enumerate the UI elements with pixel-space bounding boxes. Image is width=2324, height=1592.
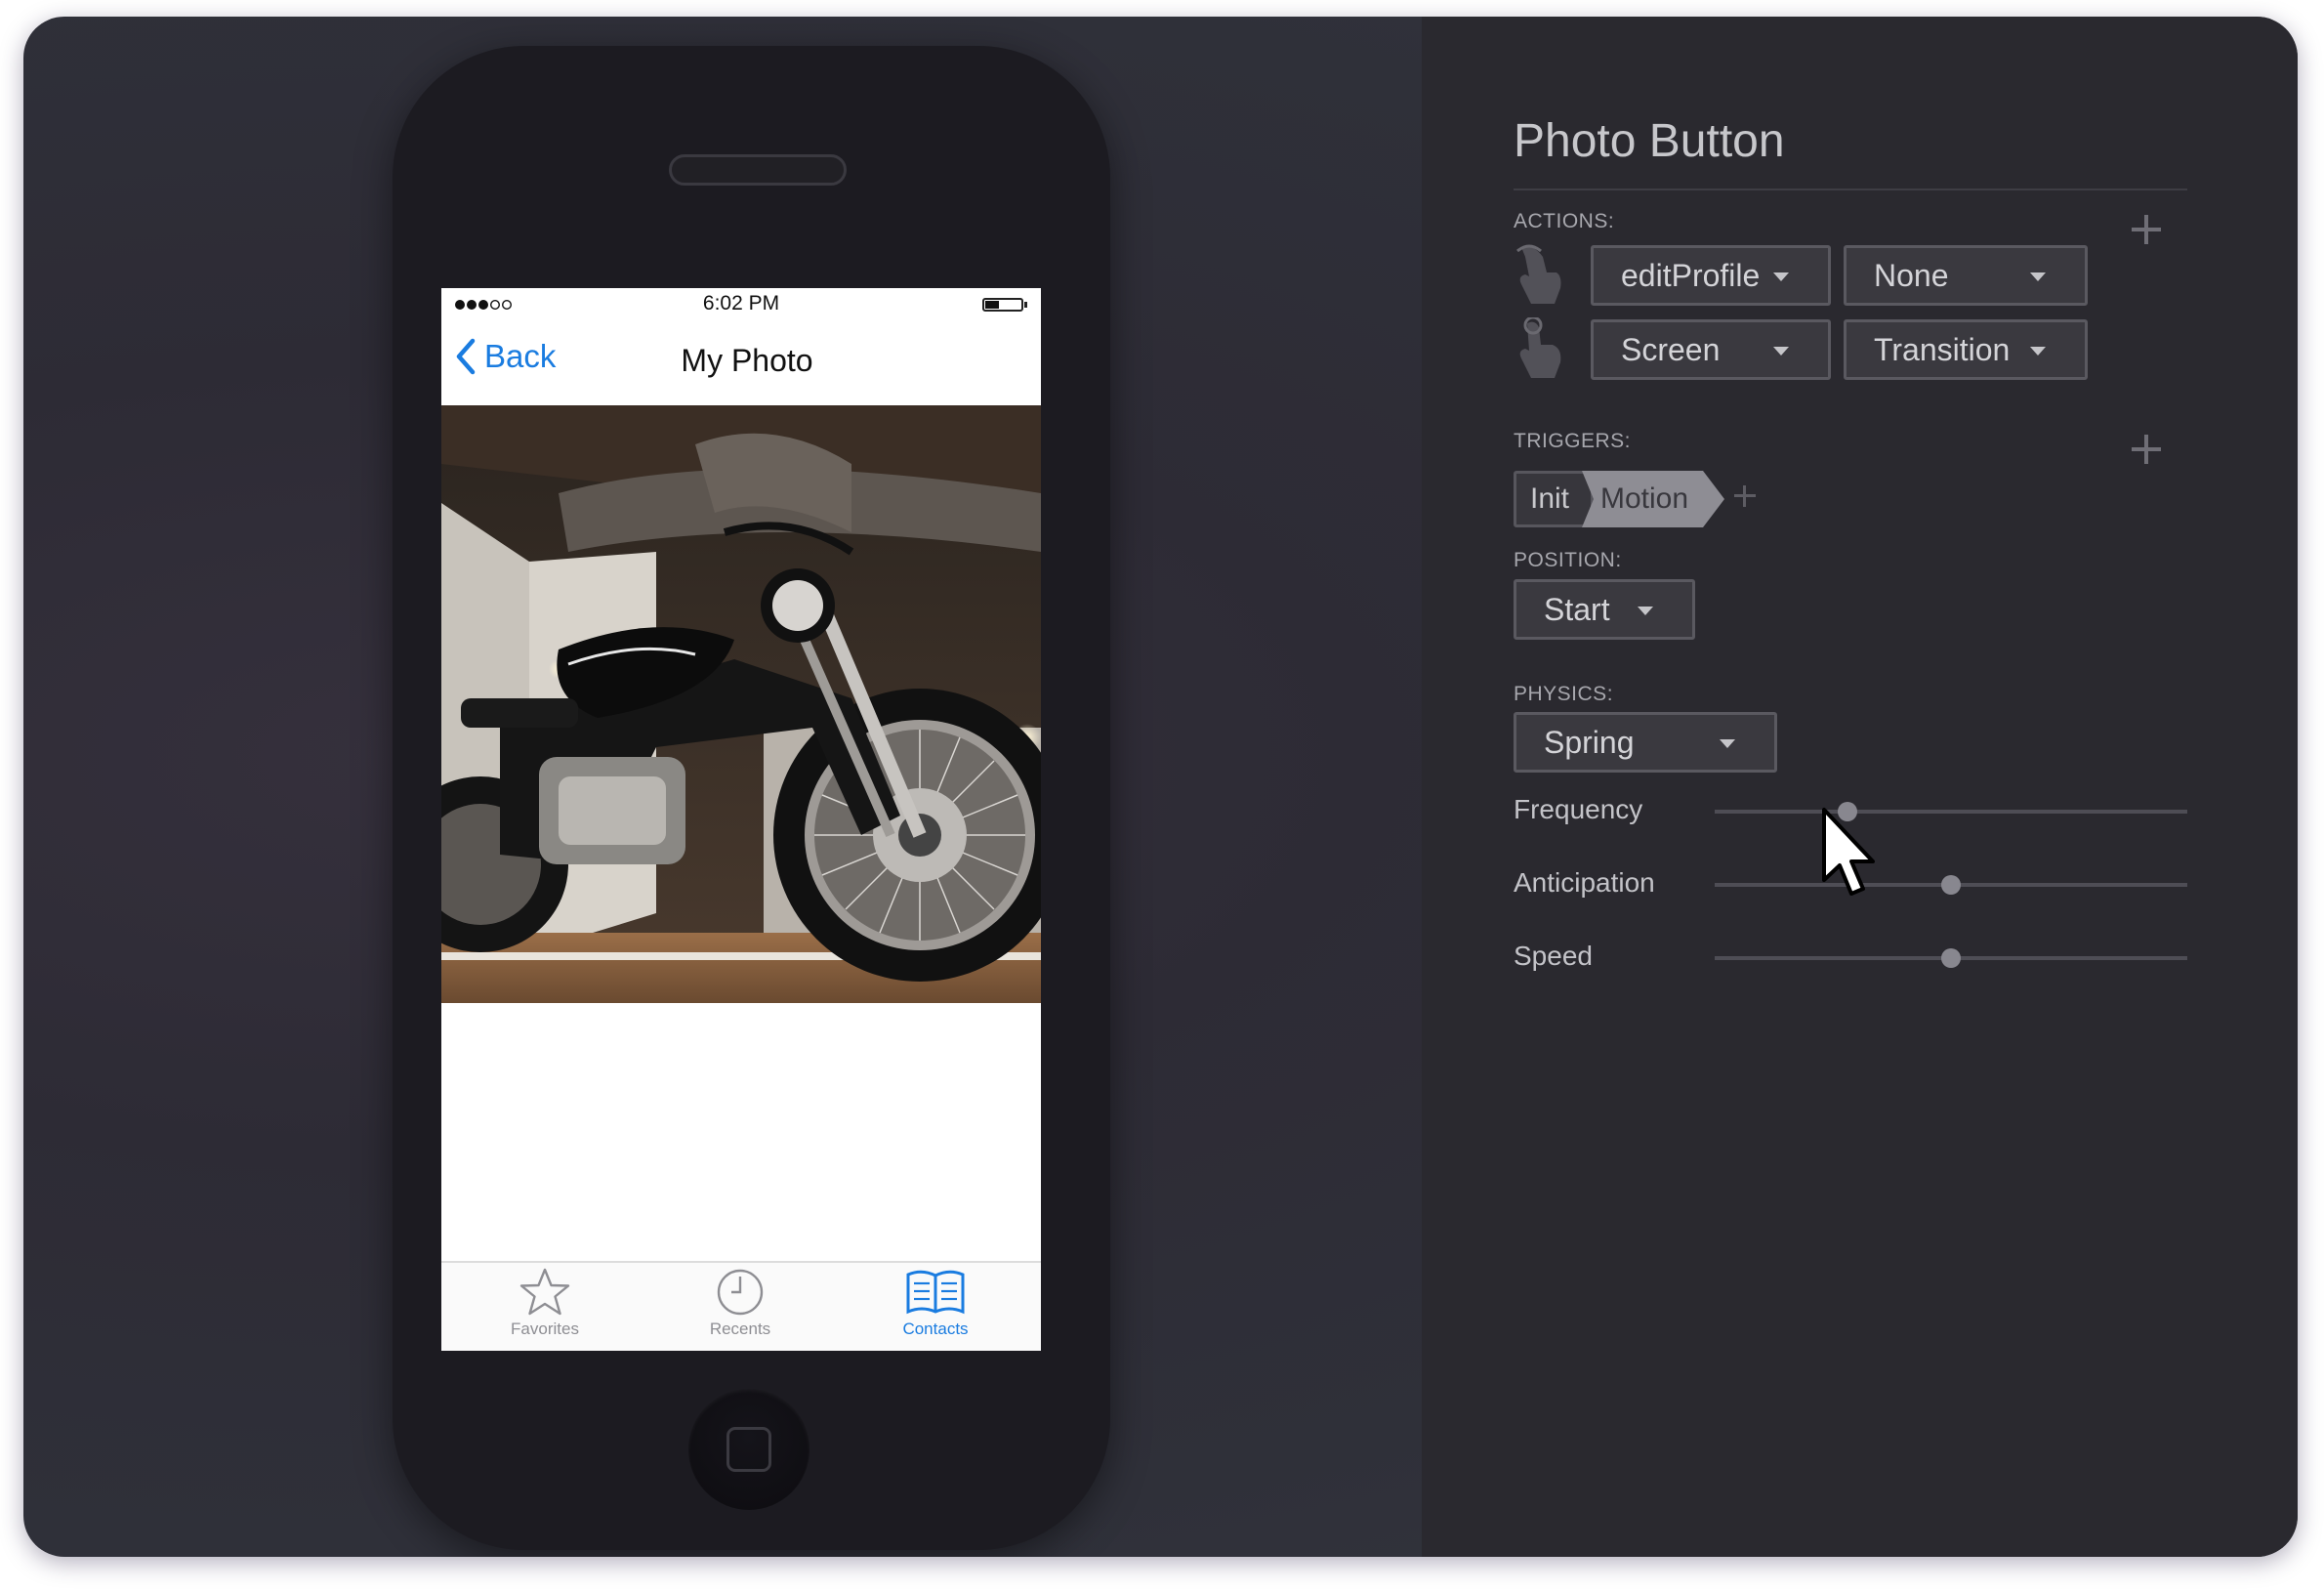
position-dropdown[interactable]: Start: [1514, 579, 1695, 640]
mouse-pointer-icon: [1822, 808, 1875, 896]
speed-slider[interactable]: [1715, 948, 2187, 968]
trigger-motion-label: Motion: [1599, 482, 1689, 515]
iphone-device: 6:02 PM Back My Photo Favorites Recents …: [393, 46, 1110, 1550]
anticipation-label: Anticipation: [1514, 867, 1655, 898]
phone-screen: 6:02 PM Back My Photo Favorites Recents …: [441, 288, 1041, 1351]
tab-favorites[interactable]: Favorites: [445, 1267, 644, 1351]
tab-label-recents: Recents: [709, 1320, 771, 1338]
home-square-icon: [726, 1427, 771, 1472]
tab-bar: Favorites Recents Contacts: [441, 1261, 1041, 1351]
tab-contacts[interactable]: Contacts: [836, 1267, 1035, 1351]
caret-down-icon: [1638, 607, 1653, 615]
add-action-icon[interactable]: [2132, 215, 2161, 244]
book-icon: [906, 1270, 965, 1315]
battery-icon: [982, 298, 1023, 312]
action-screen-value: Screen: [1621, 332, 1721, 367]
position-label: POSITION:: [1514, 549, 1622, 571]
screen-title: My Photo: [681, 343, 813, 378]
trigger-motion-chip[interactable]: Motion: [1582, 471, 1724, 527]
navigation-bar: Back My Photo: [441, 321, 1041, 405]
add-trigger-chip-icon[interactable]: [1734, 485, 1756, 507]
title-divider: [1514, 189, 2187, 190]
inspector-title: Photo Button: [1514, 115, 1785, 167]
tap-hand-icon: [1516, 244, 1561, 304]
action-event-dropdown[interactable]: editProfile: [1591, 245, 1831, 306]
physics-dropdown[interactable]: Spring: [1514, 712, 1777, 773]
caret-down-icon: [1773, 347, 1789, 356]
action-transition-dropdown[interactable]: Transition: [1844, 319, 2088, 380]
speed-slider-thumb[interactable]: [1941, 948, 1961, 968]
inspector-panel: Photo Button ACTIONS: editProfile None S…: [1422, 17, 2298, 1557]
anticipation-slider[interactable]: [1715, 875, 2187, 895]
add-trigger-icon[interactable]: [2132, 435, 2161, 464]
caret-down-icon: [2030, 347, 2046, 356]
motorcycle-photo[interactable]: [441, 405, 1041, 1003]
clock-icon: [717, 1269, 764, 1316]
position-value: Start: [1544, 592, 1610, 627]
caret-down-icon: [1720, 739, 1735, 748]
action-target-value: None: [1874, 258, 1949, 293]
speed-label: Speed: [1514, 941, 1593, 971]
frequency-label: Frequency: [1514, 794, 1643, 824]
action-event-value: editProfile: [1621, 258, 1761, 293]
caret-down-icon: [2030, 272, 2046, 281]
tab-label-favorites: Favorites: [511, 1320, 579, 1338]
anticipation-slider-thumb[interactable]: [1941, 875, 1961, 895]
physics-label: PHYSICS:: [1514, 683, 1614, 705]
status-time: 6:02 PM: [702, 292, 780, 314]
tab-recents[interactable]: Recents: [641, 1267, 840, 1351]
home-button[interactable]: [688, 1389, 809, 1510]
status-bar: 6:02 PM: [441, 288, 1041, 321]
star-icon: [519, 1268, 570, 1316]
frequency-slider[interactable]: [1715, 802, 2187, 821]
caret-down-icon: [1773, 272, 1789, 281]
phone-speaker: [669, 154, 847, 186]
tab-label-contacts: Contacts: [902, 1320, 969, 1338]
action-target-dropdown[interactable]: None: [1844, 245, 2088, 306]
action-transition-value: Transition: [1874, 332, 2011, 367]
app-window: 6:02 PM Back My Photo Favorites Recents …: [23, 17, 2298, 1557]
physics-value: Spring: [1544, 725, 1635, 760]
press-hand-icon: [1519, 317, 1561, 378]
triggers-label: TRIGGERS:: [1514, 430, 1632, 452]
action-screen-dropdown[interactable]: Screen: [1591, 319, 1831, 380]
actions-label: ACTIONS:: [1514, 210, 1615, 232]
battery-tip: [1024, 302, 1027, 308]
